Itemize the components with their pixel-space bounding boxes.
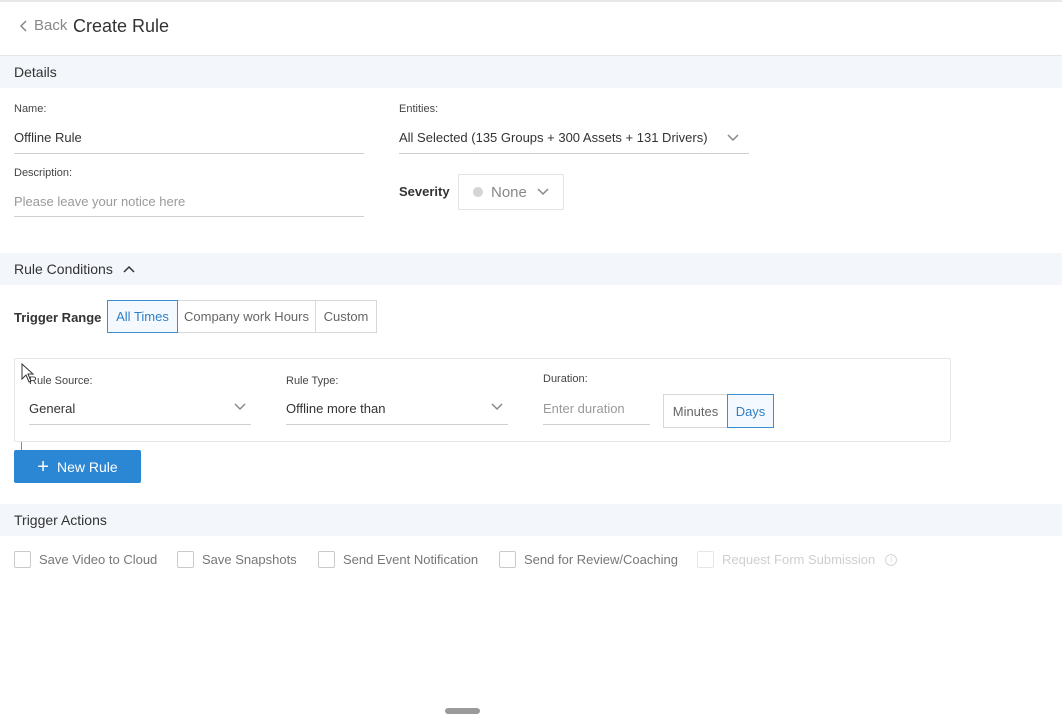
chevron-down-icon	[537, 188, 549, 196]
action-send-event-notification[interactable]: Send Event Notification	[318, 551, 478, 568]
rule-type-label: Rule Type:	[286, 375, 339, 387]
duration-placeholder: Enter duration	[543, 401, 625, 416]
info-icon[interactable]: i	[885, 553, 898, 566]
duration-unit-minutes[interactable]: Minutes	[663, 394, 728, 428]
severity-value: None	[491, 183, 527, 201]
chevron-down-icon	[727, 134, 739, 142]
entities-label: Entities:	[399, 103, 439, 115]
trigger-option-company-work-hours[interactable]: Company work Hours	[177, 300, 316, 333]
name-value: Offline Rule	[14, 130, 82, 145]
description-label: Description:	[14, 167, 73, 179]
action-label: Send Event Notification	[343, 552, 479, 567]
rule-source-value: General	[29, 401, 76, 416]
rule-source-label: Rule Source:	[29, 375, 93, 387]
action-request-form-submission: Request Form Submission i	[697, 551, 898, 568]
page-title: Create Rule	[73, 16, 170, 36]
chevron-down-icon	[491, 403, 503, 411]
trigger-range-label: Trigger Range	[14, 310, 102, 325]
severity-dropdown[interactable]: None	[458, 174, 564, 210]
trigger-option-all-times[interactable]: All Times	[107, 300, 178, 333]
new-rule-label: New Rule	[56, 458, 118, 475]
new-rule-button[interactable]: + New Rule	[14, 450, 141, 483]
rule-type-value: Offline more than	[286, 401, 386, 416]
action-save-video-to-cloud[interactable]: Save Video to Cloud	[14, 551, 157, 568]
checkbox[interactable]	[14, 551, 31, 568]
mouse-cursor-icon	[21, 363, 35, 383]
description-placeholder: Please leave your notice here	[14, 193, 186, 209]
name-label: Name:	[14, 103, 47, 115]
rule-source-select[interactable]: General	[29, 393, 251, 425]
action-label: Send for Review/Coaching	[524, 552, 678, 567]
entities-select[interactable]: All Selected (135 Groups + 300 Assets + …	[399, 122, 749, 154]
conditions-section-title: Rule Conditions	[14, 261, 113, 277]
rule-type-select[interactable]: Offline more than	[286, 393, 508, 425]
action-label: Request Form Submission	[722, 552, 876, 567]
details-section-title: Details	[14, 64, 57, 80]
name-field[interactable]: Offline Rule	[14, 122, 364, 154]
checkbox[interactable]	[177, 551, 194, 568]
duration-unit-days[interactable]: Days	[727, 394, 774, 428]
top-bar: Back Create Rule	[0, 0, 1062, 56]
duration-input[interactable]: Enter duration	[543, 393, 650, 425]
severity-dot-icon	[473, 187, 483, 197]
duration-label: Duration:	[543, 373, 588, 385]
action-label: Save Snapshots	[202, 552, 297, 567]
back-button[interactable]: Back	[18, 17, 67, 34]
conditions-section-header[interactable]: Rule Conditions	[0, 253, 1062, 285]
action-send-for-review-coaching[interactable]: Send for Review/Coaching	[499, 551, 678, 568]
checkbox[interactable]	[318, 551, 335, 568]
chevron-left-icon	[19, 19, 27, 32]
plus-icon: +	[37, 455, 49, 478]
checkbox[interactable]	[499, 551, 516, 568]
actions-section-header: Trigger Actions	[0, 504, 1062, 536]
severity-label: Severity	[399, 184, 450, 199]
chevron-up-icon[interactable]	[123, 265, 135, 273]
action-save-snapshots[interactable]: Save Snapshots	[177, 551, 297, 568]
drag-handle[interactable]	[445, 708, 480, 714]
back-label: Back	[34, 17, 68, 34]
entities-value: All Selected (135 Groups + 300 Assets + …	[399, 130, 708, 145]
trigger-option-custom[interactable]: Custom	[315, 300, 377, 333]
action-label: Save Video to Cloud	[39, 552, 158, 567]
chevron-down-icon	[234, 403, 246, 411]
details-section-header: Details	[0, 56, 1062, 88]
checkbox	[697, 551, 714, 568]
description-input[interactable]: Please leave your notice here	[14, 186, 364, 217]
actions-section-title: Trigger Actions	[14, 512, 107, 528]
